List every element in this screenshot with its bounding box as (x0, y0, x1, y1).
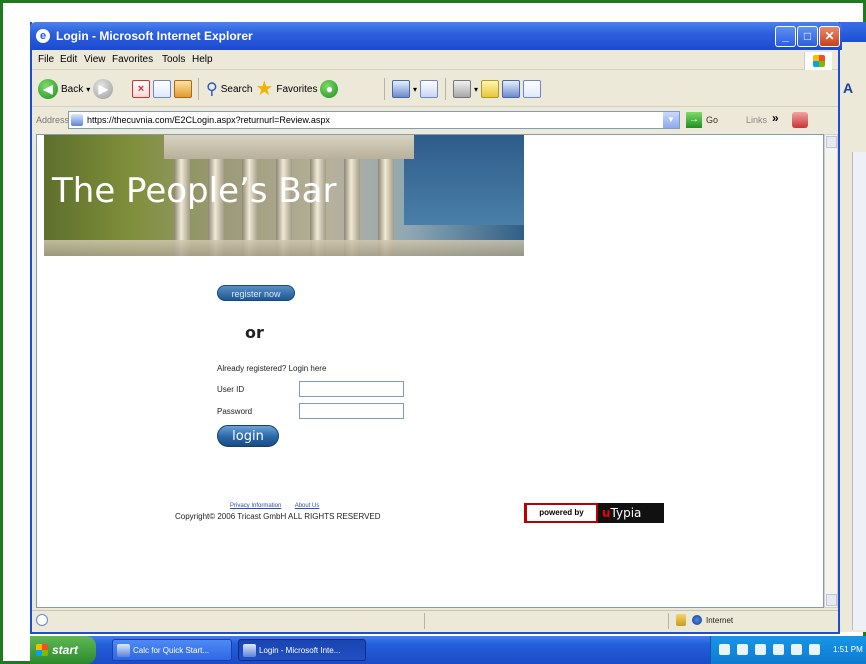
calc-app-icon (117, 644, 130, 657)
footer-links: Privacy Information About Us (230, 503, 331, 509)
copyright-text: Copyright© 2006 Tricast GmbH ALL RIGHTS … (175, 512, 381, 521)
research-icon[interactable] (502, 80, 521, 98)
already-registered-text: Already registered? Login here (217, 364, 327, 373)
address-input[interactable]: https://thecuvnia.com/E2CLogin.aspx?retu… (68, 111, 680, 129)
search-label[interactable]: Search (221, 84, 253, 95)
go-button[interactable]: Go (706, 115, 718, 125)
browser-window: e Login - Microsoft Internet Explorer _ … (30, 22, 842, 634)
taskbar-item-login[interactable]: Login - Microsoft Inte... (238, 639, 366, 661)
brand-prefix: u (602, 506, 611, 520)
media-icon[interactable]: ● (320, 80, 339, 98)
address-dropdown-icon[interactable]: ▼ (663, 112, 679, 128)
ie-logo-icon: e (36, 29, 50, 43)
tray-network-icon[interactable] (719, 644, 730, 655)
messenger-icon[interactable] (523, 80, 542, 98)
menu-view[interactable]: View (84, 54, 106, 65)
about-link[interactable]: About Us (295, 503, 320, 509)
userid-field[interactable] (299, 381, 404, 397)
privacy-link[interactable]: Privacy Information (230, 503, 281, 509)
tray-app-icon[interactable] (809, 644, 820, 655)
addressbar: Address https://thecuvnia.com/E2CLogin.a… (32, 108, 838, 132)
forward-icon[interactable]: ▶ (93, 79, 114, 99)
taskbar-clock[interactable]: 1:51 PM (833, 636, 863, 664)
minimize-button[interactable]: _ (775, 26, 796, 47)
scroll-down-icon[interactable] (826, 594, 837, 606)
address-label: Address (36, 115, 70, 125)
register-now-button[interactable]: register now (217, 285, 295, 301)
start-label: start (52, 643, 79, 657)
background-window-letter-icon: A (843, 80, 854, 96)
menubar: File Edit View Favorites Tools Help (32, 50, 838, 70)
menu-favorites[interactable]: Favorites (112, 54, 153, 65)
print-icon[interactable] (453, 80, 472, 98)
back-dropdown-icon[interactable]: ▾ (86, 85, 90, 94)
or-separator: or (245, 323, 264, 342)
background-window-scrollbar[interactable] (852, 152, 866, 630)
scroll-up-icon[interactable] (826, 136, 837, 148)
home-icon[interactable] (174, 80, 192, 98)
menu-file[interactable]: File (38, 54, 54, 65)
start-button[interactable]: start (30, 636, 96, 664)
back-icon[interactable]: ◀ (38, 79, 58, 99)
edit-dropdown-icon[interactable]: ▾ (474, 85, 478, 94)
banner-image: The People’s Bar (44, 135, 524, 256)
close-button[interactable]: ✕ (819, 26, 840, 47)
menu-tools[interactable]: Tools (162, 54, 185, 65)
maximize-button[interactable]: □ (797, 26, 818, 47)
internet-zone-icon (692, 615, 702, 625)
tray-update-icon[interactable] (773, 644, 784, 655)
favorites-star-icon[interactable]: ★ (255, 79, 273, 99)
mail-icon[interactable] (420, 80, 439, 98)
taskbar-item-label: Login - Microsoft Inte... (259, 646, 341, 655)
page-icon (71, 114, 83, 126)
tray-volume-icon[interactable] (737, 644, 748, 655)
tray-messenger-icon[interactable] (791, 644, 802, 655)
page-content: The People’s Bar register now or Already… (36, 134, 824, 608)
stop-icon[interactable]: × (132, 80, 150, 98)
brand-logo: uTypia (598, 503, 664, 523)
go-arrow-icon[interactable]: → (686, 112, 702, 128)
history-dropdown-icon[interactable]: ▾ (413, 85, 417, 94)
system-tray: 1:51 PM (710, 636, 866, 664)
login-button[interactable]: login (217, 425, 279, 447)
statusbar: Internet (32, 610, 838, 630)
taskbar-item-calc[interactable]: Calc for Quick Start... (112, 639, 232, 661)
brand-name: Typia (610, 506, 642, 520)
userid-label: User ID (217, 385, 245, 394)
refresh-icon[interactable] (153, 80, 171, 98)
password-field[interactable] (299, 403, 404, 419)
background-window-titlebar[interactable] (839, 22, 866, 42)
taskbar-item-label: Calc for Quick Start... (133, 646, 210, 655)
powered-by-label: powered by (524, 503, 598, 523)
ie-app-icon (243, 644, 256, 657)
toolbar-extra-icon[interactable] (792, 112, 808, 128)
page-status-icon (36, 614, 48, 626)
history-icon[interactable] (392, 80, 410, 98)
back-label[interactable]: Back (61, 84, 83, 95)
edit-icon[interactable] (481, 80, 500, 98)
menu-help[interactable]: Help (192, 54, 213, 65)
titlebar[interactable]: e Login - Microsoft Internet Explorer _ … (30, 22, 842, 50)
favorites-label[interactable]: Favorites (276, 84, 317, 95)
toolbar: ◀ Back ▾ ▶ × ⚲ Search ★ Favorites ● ▾ ▾ (32, 71, 838, 107)
links-label[interactable]: Links (746, 115, 767, 125)
tray-security-icon[interactable] (755, 644, 766, 655)
taskbar: start Calc for Quick Start... Login - Mi… (30, 636, 866, 664)
windows-flag-icon (36, 644, 48, 656)
background-window[interactable]: A (838, 22, 866, 632)
search-icon[interactable]: ⚲ (206, 79, 218, 99)
security-zone-label: Internet (706, 616, 734, 625)
menu-edit[interactable]: Edit (60, 54, 77, 65)
powered-by-logo[interactable]: powered by uTypia (524, 503, 664, 523)
vertical-scrollbar[interactable] (824, 134, 838, 608)
banner-title: The People’s Bar (52, 171, 337, 211)
links-chevron-icon[interactable]: » (772, 111, 779, 125)
window-title: Login - Microsoft Internet Explorer (56, 29, 253, 43)
windows-logo-icon (804, 52, 832, 70)
password-label: Password (217, 407, 253, 416)
address-url[interactable]: https://thecuvnia.com/E2CLogin.aspx?retu… (87, 115, 330, 125)
lock-icon[interactable] (676, 614, 686, 626)
